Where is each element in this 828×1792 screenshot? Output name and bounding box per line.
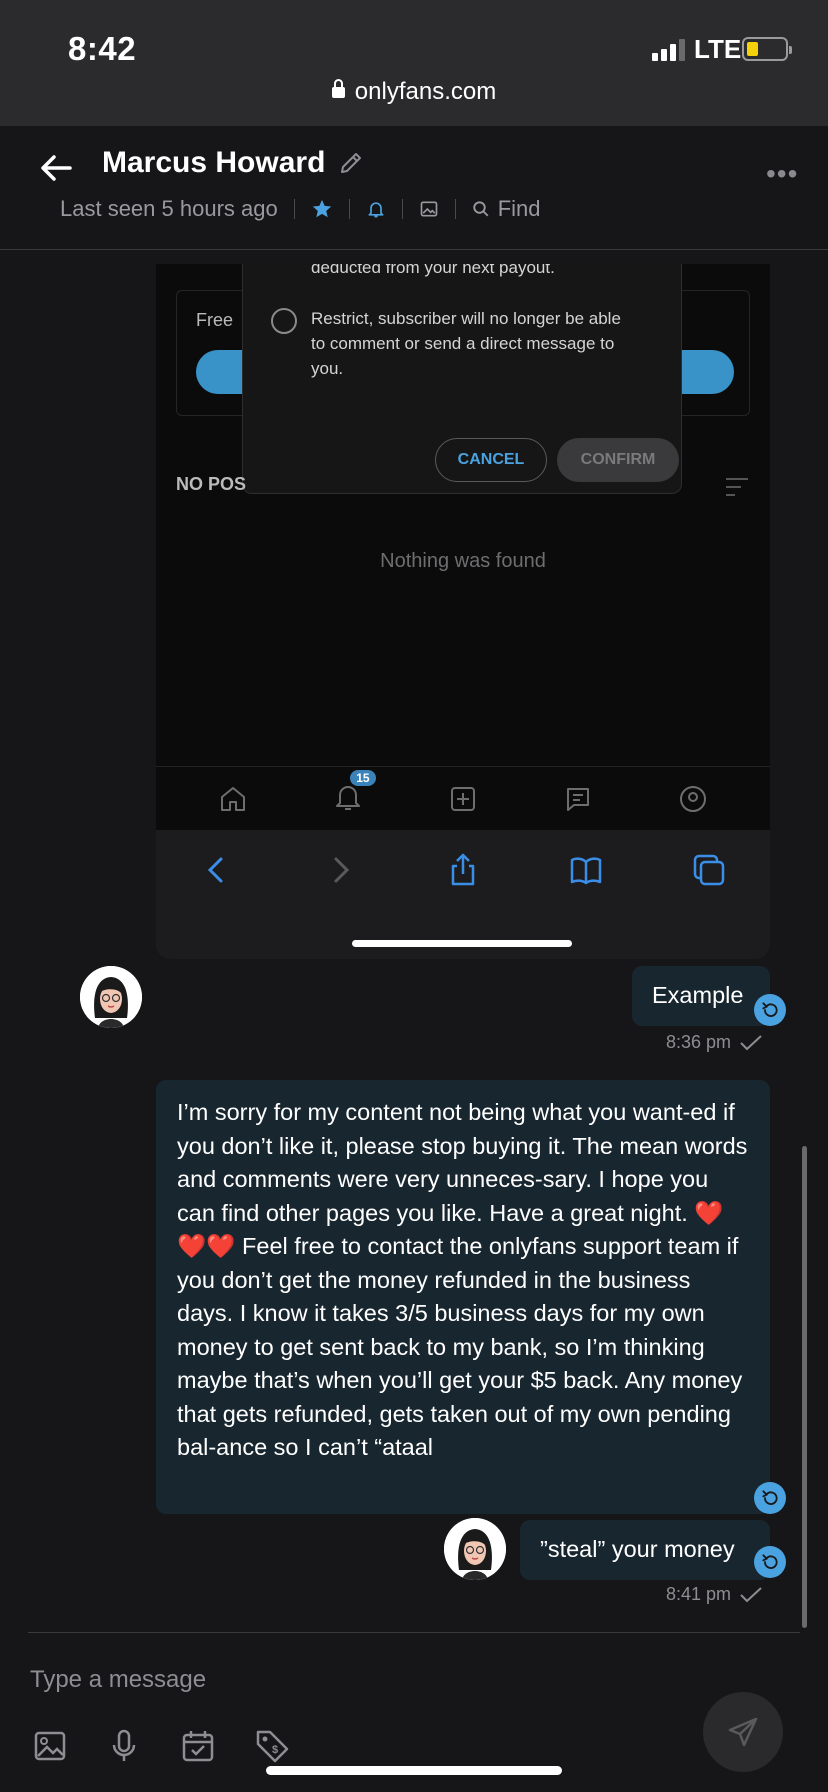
image-empty-text: Nothing was found bbox=[380, 550, 546, 572]
avatar-image bbox=[444, 1518, 506, 1580]
gallery-icon[interactable] bbox=[419, 199, 439, 219]
avatar[interactable] bbox=[444, 1518, 506, 1580]
image-deducted-text: deducted from your next payout. bbox=[311, 264, 555, 277]
message-meta: 8:36 pm bbox=[666, 1032, 763, 1053]
message-bubble[interactable]: ”steal” your money bbox=[520, 1520, 770, 1580]
find-label: Find bbox=[497, 196, 541, 221]
message-text: Example bbox=[652, 982, 744, 1009]
message-input[interactable] bbox=[30, 1660, 670, 1700]
image-restrict-text: Restrict, subscriber will no longer be a… bbox=[311, 309, 621, 378]
bell-icon[interactable] bbox=[366, 199, 386, 219]
image-no-posts-label: NO POS bbox=[176, 474, 247, 494]
search-icon bbox=[473, 201, 489, 217]
message-image-screenshot[interactable]: Free deducted from your next payout. Res… bbox=[156, 264, 770, 959]
microphone-icon[interactable] bbox=[106, 1728, 142, 1764]
check-icon bbox=[740, 1586, 762, 1602]
message-text: ”steal” your money bbox=[540, 1536, 735, 1563]
message-time: 8:36 pm bbox=[666, 1032, 732, 1052]
avatar[interactable] bbox=[80, 966, 142, 1028]
send-icon bbox=[728, 1717, 758, 1747]
chat-subheader: Last seen 5 hours ago Find bbox=[60, 196, 541, 222]
reply-icon[interactable] bbox=[754, 1482, 786, 1514]
battery-icon bbox=[742, 37, 792, 61]
message-time: 8:41 pm bbox=[666, 1584, 732, 1604]
find-button[interactable]: Find bbox=[472, 196, 541, 222]
edit-pencil-icon[interactable] bbox=[338, 150, 364, 176]
send-button[interactable] bbox=[703, 1692, 783, 1772]
image-restrict-dialog: deducted from your next payout. Restrict… bbox=[242, 264, 682, 494]
composer-tools: $ bbox=[32, 1728, 290, 1764]
chat-header: Marcus Howard ••• Last seen 5 hours ago … bbox=[0, 126, 828, 250]
last-seen-text: Last seen 5 hours ago bbox=[60, 196, 278, 221]
url-text: onlyfans.com bbox=[354, 78, 497, 105]
status-time: 8:42 bbox=[68, 30, 137, 67]
message-meta: 8:41 pm bbox=[666, 1584, 763, 1605]
scrollbar[interactable] bbox=[802, 1146, 807, 1628]
image-filter-icon bbox=[726, 478, 748, 502]
price-tag-icon[interactable]: $ bbox=[254, 1728, 290, 1764]
contact-name[interactable]: Marcus Howard bbox=[102, 146, 325, 180]
bookmarks-icon bbox=[570, 857, 602, 885]
image-radio-icon bbox=[271, 308, 297, 334]
browser-back-icon bbox=[208, 857, 223, 883]
image-cancel-button: CANCEL bbox=[435, 438, 547, 482]
image-attach-icon[interactable] bbox=[32, 1728, 68, 1764]
schedule-icon[interactable] bbox=[180, 1728, 216, 1764]
address-bar[interactable]: onlyfans.com bbox=[0, 78, 828, 106]
image-pill-right bbox=[682, 350, 734, 394]
browser-forward-icon bbox=[334, 857, 350, 883]
share-icon bbox=[451, 853, 475, 886]
back-arrow-icon[interactable] bbox=[36, 148, 76, 188]
message-bubble[interactable]: I’m sorry for my content not being what … bbox=[156, 1080, 770, 1514]
tabs-icon bbox=[693, 854, 724, 886]
composer-divider bbox=[28, 1632, 800, 1633]
check-icon bbox=[740, 1034, 762, 1050]
signal-icon bbox=[652, 37, 685, 61]
image-notification: 15 bbox=[332, 770, 376, 817]
notification-badge: 15 bbox=[350, 770, 376, 786]
image-confirm-button: CONFIRM bbox=[557, 438, 679, 482]
avatar-image bbox=[80, 966, 142, 1028]
lock-icon bbox=[331, 79, 345, 98]
image-pill-left bbox=[196, 350, 242, 394]
reply-icon[interactable] bbox=[754, 1546, 786, 1578]
network-label: LTE bbox=[694, 34, 742, 64]
status-bar: 8:42 LTE onlyfans.com bbox=[0, 0, 828, 126]
star-icon[interactable] bbox=[311, 198, 333, 220]
image-app-nav: 15 bbox=[156, 766, 770, 830]
image-free-label: Free bbox=[196, 310, 234, 330]
home-icon bbox=[221, 786, 246, 811]
profile-icon bbox=[679, 785, 706, 812]
message-bubble[interactable]: Example bbox=[632, 966, 770, 1026]
image-home-indicator bbox=[352, 940, 572, 947]
svg-text:$: $ bbox=[272, 1744, 278, 1756]
home-indicator bbox=[266, 1766, 562, 1775]
add-post-icon bbox=[450, 786, 475, 811]
messages-icon bbox=[566, 787, 589, 811]
message-text: I’m sorry for my content not being what … bbox=[177, 1099, 748, 1460]
reply-icon[interactable] bbox=[754, 994, 786, 1026]
more-options-icon[interactable]: ••• bbox=[766, 158, 798, 190]
